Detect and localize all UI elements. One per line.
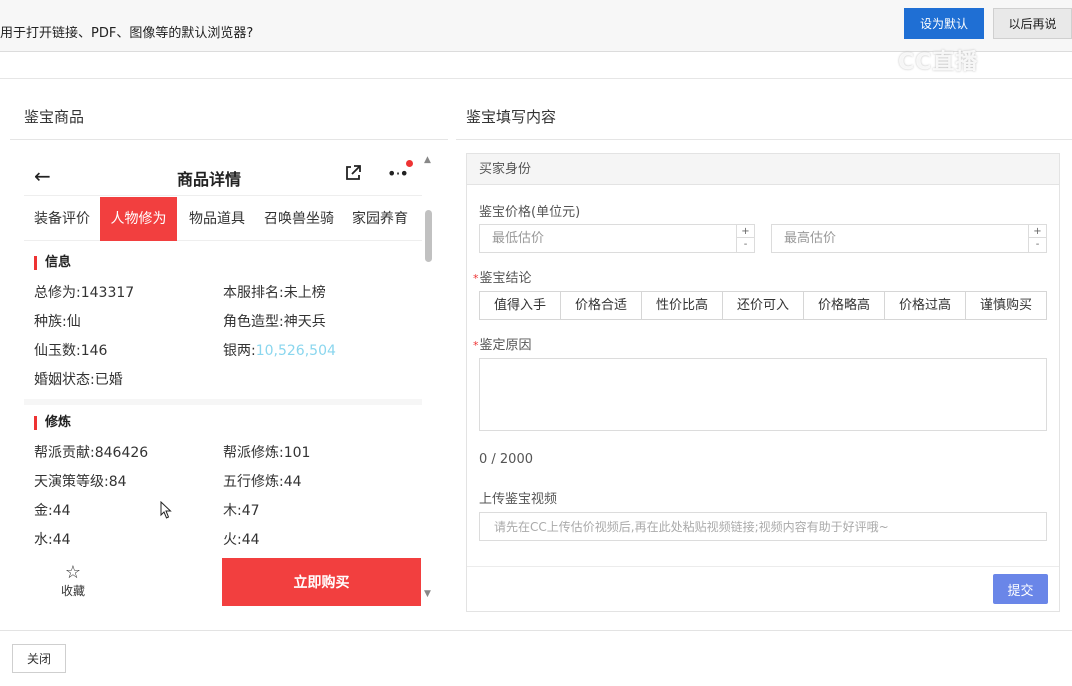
info-heading: 信息 — [34, 256, 71, 270]
info-row: 仙玉数:146 — [34, 343, 108, 359]
favorite-button[interactable]: ☆ 收藏 — [48, 564, 98, 599]
favorite-label: 收藏 — [60, 584, 85, 598]
video-label: 上传鉴宝视频 — [479, 492, 558, 507]
conclusion-option[interactable]: 价格合适 — [561, 292, 642, 319]
mouse-cursor-icon — [160, 501, 172, 519]
video-link-input[interactable] — [480, 513, 1046, 540]
preview-header: ← 商品详情 •·• — [24, 152, 422, 196]
close-button[interactable]: 关闭 — [12, 644, 66, 673]
divider — [10, 139, 448, 140]
default-browser-message: 用于打开链接、PDF、图像等的默认浏览器? — [0, 26, 254, 41]
cultivation-row: 火:44 — [223, 532, 260, 548]
min-price-input[interactable] — [480, 225, 736, 252]
max-price-input[interactable] — [772, 225, 1028, 252]
minus-icon[interactable]: - — [737, 238, 754, 251]
tab-character[interactable]: 人物修为 — [100, 197, 177, 241]
watermark-logo: CC直播 — [898, 50, 979, 75]
character-counter: 0 / 2000 — [479, 452, 533, 467]
left-panel-title: 鉴宝商品 — [24, 108, 85, 126]
divider — [0, 630, 1072, 631]
buyer-identity-header: 买家身份 — [467, 154, 1059, 185]
scroll-down-icon[interactable]: ▼ — [424, 589, 431, 599]
section-separator — [24, 399, 422, 405]
cultivation-heading: 修炼 — [34, 416, 71, 430]
cultivation-row: 木:47 — [223, 503, 260, 519]
submit-button[interactable]: 提交 — [993, 574, 1048, 604]
conclusion-option[interactable]: 性价比高 — [642, 292, 723, 319]
tab-equipment[interactable]: 装备评价 — [24, 197, 100, 241]
required-mark: * — [473, 339, 479, 352]
info-row: 婚姻状态:已婚 — [34, 372, 123, 388]
max-price-stepper[interactable]: + - — [1028, 225, 1046, 252]
info-row: 银两:10,526,504 — [223, 343, 336, 359]
conclusion-option[interactable]: 价格过高 — [885, 292, 966, 319]
preview-footer: ☆ 收藏 立即购买 — [24, 558, 422, 607]
cultivation-row: 帮派修炼:101 — [223, 445, 311, 461]
min-price-input-box: +- — [479, 224, 755, 253]
minus-icon[interactable]: - — [1029, 238, 1046, 251]
right-panel-title: 鉴宝填写内容 — [466, 108, 557, 126]
required-mark: * — [473, 272, 479, 285]
buy-now-button[interactable]: 立即购买 — [222, 558, 421, 606]
conclusion-option[interactable]: 价格略高 — [804, 292, 885, 319]
max-price-input-box: +- — [771, 224, 1047, 253]
info-row: 本服排名:未上榜 — [223, 285, 326, 301]
star-icon: ☆ — [64, 562, 82, 583]
set-default-button[interactable]: 设为默认 — [904, 8, 984, 39]
more-dots-icon[interactable]: •·• — [387, 164, 409, 183]
scroll-up-icon[interactable]: ▲ — [424, 155, 431, 165]
price-label: 鉴宝价格(单位元) — [479, 205, 581, 220]
conclusion-options: 值得入手 价格合适 性价比高 还价可入 价格略高 价格过高 谨慎购买 — [479, 291, 1047, 320]
tab-summons[interactable]: 召唤兽坐骑 — [257, 197, 341, 241]
tab-home[interactable]: 家园养育 — [345, 197, 415, 241]
share-external-icon[interactable] — [344, 164, 362, 182]
cultivation-row: 帮派贡献:846426 — [34, 445, 149, 461]
plus-icon[interactable]: + — [737, 225, 754, 238]
preview-title: 商品详情 — [176, 170, 241, 189]
conclusion-option[interactable]: 值得入手 — [480, 292, 561, 319]
video-link-box — [479, 512, 1047, 541]
reason-label: *鉴定原因 — [473, 338, 532, 353]
min-price-stepper[interactable]: + - — [736, 225, 754, 252]
divider — [456, 139, 1072, 140]
info-row: 总修为:143317 — [34, 285, 135, 301]
conclusion-option[interactable]: 谨慎购买 — [966, 292, 1046, 319]
silver-value: 10,526,504 — [255, 343, 336, 359]
divider — [467, 566, 1059, 567]
cultivation-row: 五行修炼:44 — [223, 474, 302, 490]
info-row: 种族:仙 — [34, 314, 81, 330]
plus-icon[interactable]: + — [1029, 225, 1046, 238]
info-row: 角色造型:神天兵 — [223, 314, 326, 330]
appraisal-form: 买家身份 鉴宝价格(单位元) +- +- *鉴宝结论 值得入手 价格合适 性价比… — [466, 153, 1060, 612]
conclusion-option[interactable]: 还价可入 — [723, 292, 804, 319]
cultivation-row: 金:44 — [34, 503, 71, 519]
cultivation-row: 水:44 — [34, 532, 71, 548]
reason-textarea[interactable] — [479, 358, 1047, 431]
conclusion-label: *鉴宝结论 — [473, 271, 532, 286]
later-button[interactable]: 以后再说 — [993, 8, 1072, 39]
scrollbar-thumb[interactable] — [425, 210, 432, 262]
cultivation-row: 天演策等级:84 — [34, 474, 127, 490]
product-preview: ← 商品详情 •·• 装备评价 人物修为 物品道具 召唤兽坐骑 家园养育 信息 … — [24, 152, 422, 607]
tab-items[interactable]: 物品道具 — [177, 197, 257, 241]
preview-tabs: 装备评价 人物修为 物品道具 召唤兽坐骑 家园养育 — [24, 197, 422, 241]
notification-dot — [406, 160, 413, 167]
